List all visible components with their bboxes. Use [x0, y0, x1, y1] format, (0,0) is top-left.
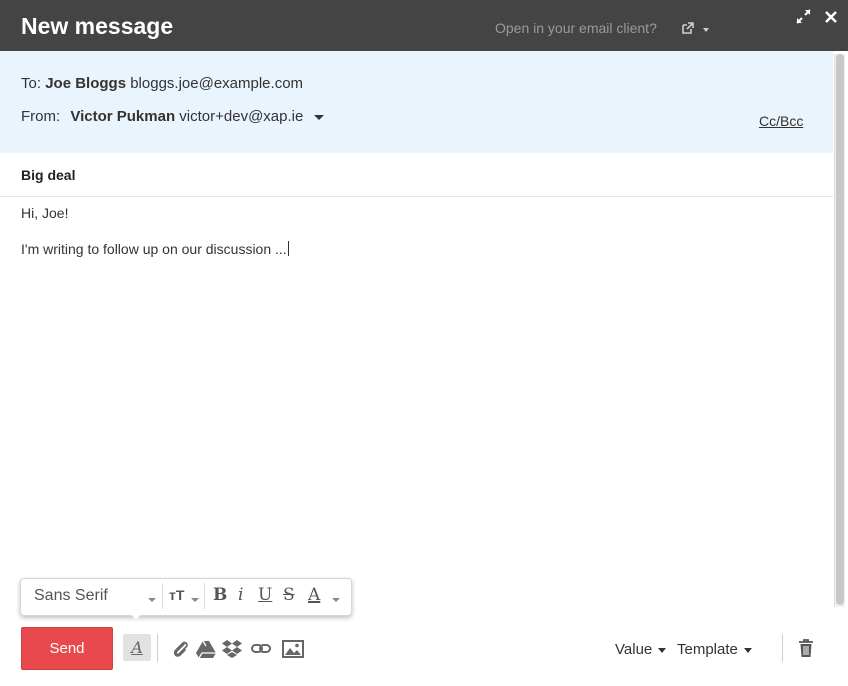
expand-icon[interactable] — [796, 9, 811, 24]
divider — [204, 583, 205, 609]
formatting-toolbar: Sans Serif ᴛT B i U S A — [20, 578, 352, 616]
window-title: New message — [21, 13, 174, 39]
drive-icon[interactable] — [195, 638, 217, 660]
message-body-text: I'm writing to follow up on our discussi… — [21, 241, 287, 257]
chevron-down-icon — [658, 647, 667, 653]
value-label: Value — [615, 641, 653, 658]
chevron-down-icon[interactable] — [148, 598, 156, 602]
from-label: From: — [21, 108, 61, 125]
chevron-down-icon[interactable] — [191, 598, 199, 602]
image-icon[interactable] — [282, 638, 304, 660]
divider — [162, 583, 163, 609]
from-selector[interactable]: From: Victor Pukman victor+dev@xap.ie — [21, 108, 324, 125]
subject-field[interactable]: Big deal — [21, 167, 75, 183]
font-family-select[interactable]: Sans Serif — [34, 587, 108, 605]
message-body-line[interactable]: Hi, Joe! — [21, 205, 68, 221]
send-button[interactable]: Send — [21, 627, 113, 670]
chevron-down-icon[interactable] — [332, 598, 340, 602]
cc-bcc-link[interactable]: Cc/Bcc — [759, 113, 803, 129]
close-icon[interactable] — [824, 10, 838, 24]
value-dropdown[interactable]: Value — [615, 641, 667, 658]
recipients-panel: To: Joe Bloggs bloggs.joe@example.com Fr… — [0, 51, 833, 153]
font-size-icon[interactable]: ᴛT — [169, 587, 184, 603]
text-cursor — [287, 241, 289, 256]
from-name: Victor Pukman — [70, 108, 176, 125]
template-dropdown[interactable]: Template — [677, 641, 752, 658]
chevron-down-icon[interactable] — [313, 114, 324, 120]
to-email: bloggs.joe@example.com — [130, 75, 304, 92]
divider — [782, 634, 783, 662]
open-in-email-client-link[interactable]: Open in your email client? — [495, 20, 657, 36]
strikethrough-button[interactable]: S — [283, 585, 295, 605]
italic-button[interactable]: i — [238, 585, 243, 605]
external-link-icon[interactable] — [682, 22, 694, 34]
attachment-icon[interactable] — [170, 638, 192, 660]
trash-icon[interactable] — [798, 639, 814, 658]
text-color-button[interactable]: A — [308, 585, 320, 605]
formatting-toggle-button[interactable]: A — [123, 634, 151, 661]
from-email: victor+dev@xap.ie — [179, 108, 304, 125]
underline-button[interactable]: U — [258, 585, 272, 605]
to-name: Joe Bloggs — [45, 75, 127, 92]
message-body-line[interactable]: I'm writing to follow up on our discussi… — [21, 241, 289, 257]
toolbar-pointer — [129, 612, 143, 620]
template-label: Template — [677, 641, 738, 658]
scrollbar-thumb[interactable] — [836, 54, 844, 605]
to-line[interactable]: To: Joe Bloggs bloggs.joe@example.com — [21, 75, 303, 92]
link-icon[interactable] — [250, 638, 272, 660]
dropbox-icon[interactable] — [221, 638, 243, 660]
title-bar: New message Open in your email client? — [0, 0, 848, 51]
chevron-down-icon[interactable] — [703, 28, 709, 32]
chevron-down-icon — [743, 647, 752, 653]
divider — [0, 196, 833, 197]
to-label: To: — [21, 75, 42, 92]
divider — [157, 634, 158, 662]
bold-button[interactable]: B — [213, 585, 227, 605]
